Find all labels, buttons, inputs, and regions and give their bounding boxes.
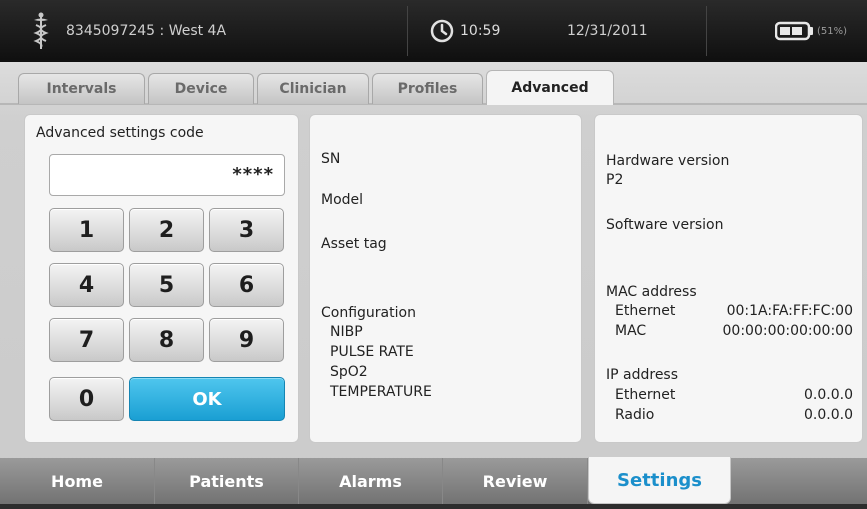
ip-row-value: 0.0.0.0 <box>804 407 853 423</box>
ip-row-value: 0.0.0.0 <box>804 387 853 403</box>
tab-profiles[interactable]: Profiles <box>372 73 483 104</box>
battery-percent: (51%) <box>817 25 848 37</box>
tab-clinician[interactable]: Clinician <box>257 73 369 104</box>
tab-advanced[interactable]: Advanced <box>486 70 614 105</box>
hardware-version-label: Hardware version <box>606 153 730 169</box>
nav-patients[interactable]: Patients <box>155 458 299 504</box>
asset-tag-label: Asset tag <box>321 236 387 252</box>
settings-content: Intervals Device Clinician Profiles Adva… <box>0 62 867 504</box>
model-label: Model <box>321 192 364 208</box>
mac-row-value: 00:1A:FA:FF:FC:00 <box>726 303 853 319</box>
mac-row-ethernet: Ethernet 00:1A:FA:FF:FC:00 <box>615 303 853 319</box>
mac-row-name: MAC <box>615 323 647 339</box>
date-label: 12/31/2011 <box>567 23 648 39</box>
software-version-label: Software version <box>606 217 724 233</box>
tab-intervals[interactable]: Intervals <box>18 73 145 104</box>
time-label: 10:59 <box>460 23 501 39</box>
key-6[interactable]: 6 <box>209 263 284 307</box>
bottom-nav: Home Patients Alarms Review Settings <box>0 457 867 509</box>
keypad-panel: Advanced settings code **** 1 2 3 4 5 6 … <box>24 114 299 443</box>
mac-row-value: 00:00:00:00:00:00 <box>722 323 853 339</box>
versions-panel: Hardware version P2 Software version MAC… <box>594 114 863 443</box>
sn-label: SN <box>321 151 341 167</box>
header-divider <box>706 6 707 56</box>
configuration-label: Configuration <box>321 305 416 321</box>
ok-button[interactable]: OK <box>129 377 285 421</box>
code-input[interactable]: **** <box>49 154 285 196</box>
device-info-panel: SN Model Asset tag Configuration NIBP PU… <box>309 114 582 443</box>
key-3[interactable]: 3 <box>209 208 284 252</box>
bottom-edge-strip <box>0 504 867 509</box>
nav-home[interactable]: Home <box>0 458 155 504</box>
config-item-temperature: TEMPERATURE <box>330 384 432 400</box>
key-7[interactable]: 7 <box>49 318 124 362</box>
nav-settings[interactable]: Settings <box>588 457 731 504</box>
battery-status: (51%) <box>775 0 847 62</box>
code-label: Advanced settings code <box>36 125 204 141</box>
patient-id-label[interactable]: 8345097245 : West 4A <box>66 0 226 62</box>
clock-icon <box>430 19 454 43</box>
header-divider <box>407 6 408 56</box>
key-5[interactable]: 5 <box>129 263 204 307</box>
ip-row-name: Ethernet <box>615 387 676 403</box>
mac-row-name: Ethernet <box>615 303 676 319</box>
hardware-version-value: P2 <box>606 172 624 188</box>
key-8[interactable]: 8 <box>129 318 204 362</box>
key-4[interactable]: 4 <box>49 263 124 307</box>
key-2[interactable]: 2 <box>129 208 204 252</box>
nav-alarms[interactable]: Alarms <box>299 458 443 504</box>
tab-device[interactable]: Device <box>148 73 254 104</box>
ip-address-label: IP address <box>606 367 679 383</box>
clock-display[interactable]: 10:59 <box>430 0 500 62</box>
config-item-spo2: SpO2 <box>330 364 368 380</box>
ip-row-name: Radio <box>615 407 655 423</box>
mac-address-label: MAC address <box>606 284 697 300</box>
battery-icon <box>775 21 813 41</box>
config-item-pulse-rate: PULSE RATE <box>330 344 414 360</box>
status-header: 8345097245 : West 4A 10:59 12/31/2011 (5… <box>0 0 867 62</box>
ip-row-ethernet: Ethernet 0.0.0.0 <box>615 387 853 403</box>
caduceus-icon <box>30 0 52 62</box>
nav-review[interactable]: Review <box>443 458 588 504</box>
key-1[interactable]: 1 <box>49 208 124 252</box>
key-0[interactable]: 0 <box>49 377 124 421</box>
mac-row-mac: MAC 00:00:00:00:00:00 <box>615 323 853 339</box>
key-9[interactable]: 9 <box>209 318 284 362</box>
ip-row-radio: Radio 0.0.0.0 <box>615 407 853 423</box>
config-item-nibp: NIBP <box>330 324 363 340</box>
